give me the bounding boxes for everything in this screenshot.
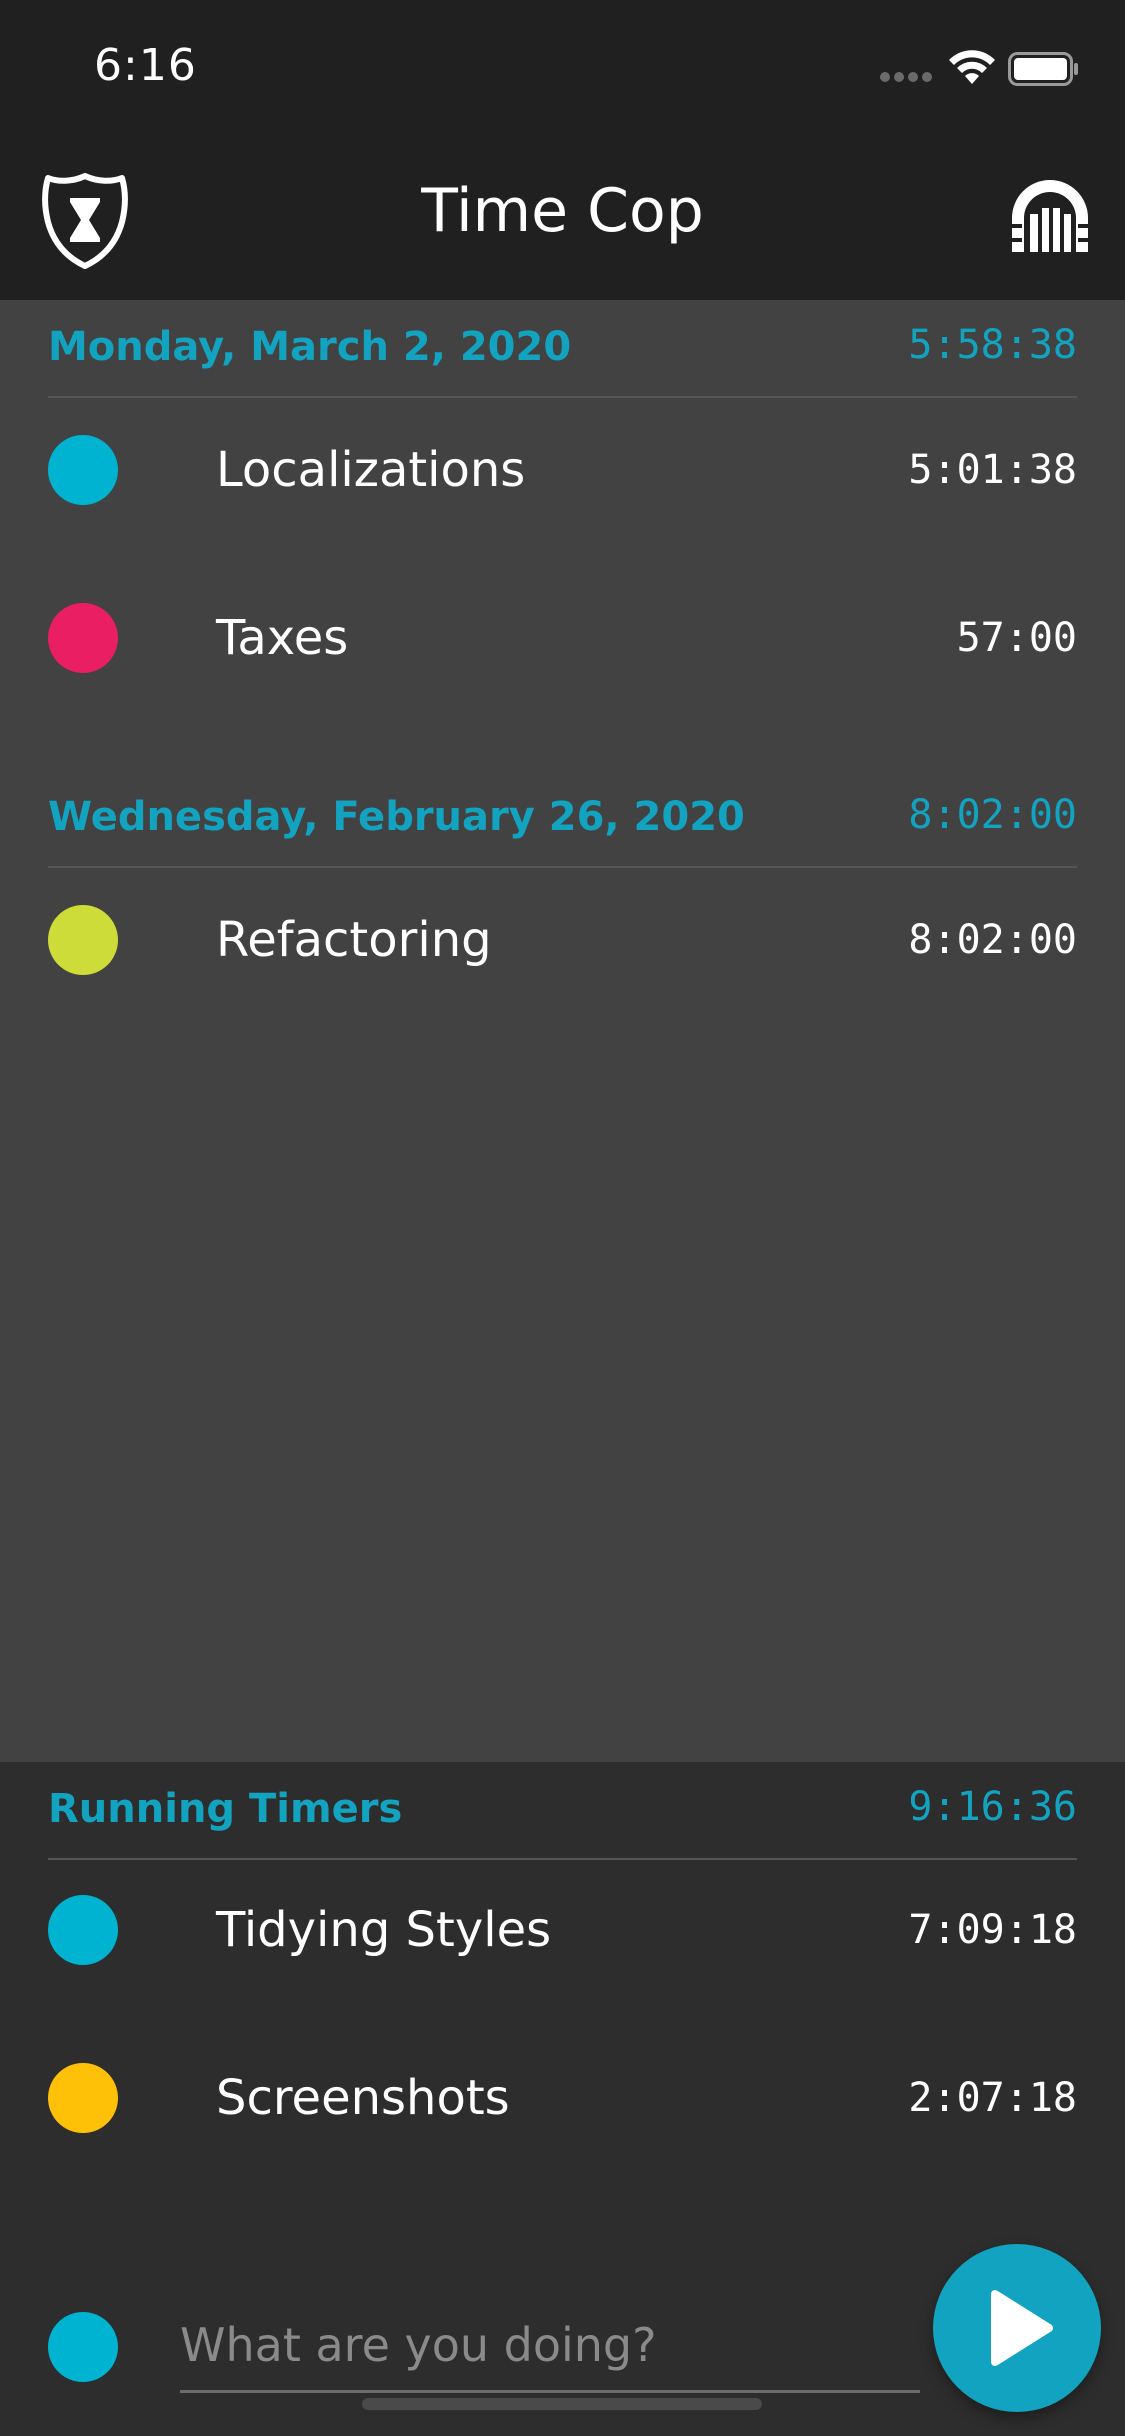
time-entry[interactable]: Refactoring 8:02:00	[0, 856, 1125, 1024]
status-bar: 6:16	[0, 0, 1125, 140]
project-color-dot	[48, 1895, 118, 1965]
day-date: Wednesday, February 26, 2020	[48, 794, 745, 840]
app-title: Time Cop	[421, 176, 704, 246]
project-select-dot[interactable]	[48, 2312, 118, 2382]
day-date: Monday, March 2, 2020	[48, 324, 572, 370]
project-color-dot	[48, 603, 118, 673]
timer-project: Screenshots	[216, 2070, 510, 2126]
project-color-dot	[48, 905, 118, 975]
time-entry[interactable]: Localizations 5:01:38	[0, 386, 1125, 554]
running-timer[interactable]: Screenshots 2:07:18	[0, 2014, 1125, 2182]
entry-project: Taxes	[216, 610, 349, 666]
export-archive-icon[interactable]	[1010, 178, 1090, 254]
running-timers-panel: Running Timers 9:16:36 Tidying Styles 7:…	[0, 1762, 1125, 2436]
timer-duration: 7:09:18	[908, 1907, 1077, 1953]
project-color-dot	[48, 2063, 118, 2133]
running-total: 9:16:36	[908, 1784, 1077, 1830]
timer-duration: 2:07:18	[908, 2075, 1077, 2121]
day-header: Monday, March 2, 2020 5:58:38	[48, 300, 1077, 398]
start-timer-button[interactable]	[933, 2244, 1101, 2412]
cellular-signal-icon	[880, 72, 932, 82]
entry-duration: 8:02:00	[908, 917, 1077, 963]
battery-icon	[1008, 52, 1078, 86]
wifi-icon	[949, 50, 995, 84]
entry-duration: 57:00	[956, 615, 1077, 661]
app-bar: Time Cop	[0, 140, 1125, 300]
day-header: Wednesday, February 26, 2020 8:02:00	[48, 770, 1077, 868]
running-title: Running Timers	[48, 1786, 403, 1832]
timer-project: Tidying Styles	[216, 1902, 552, 1958]
time-entry[interactable]: Taxes 57:00	[0, 554, 1125, 722]
day-total: 5:58:38	[908, 322, 1077, 368]
description-input[interactable]	[180, 2300, 920, 2393]
entry-project: Localizations	[216, 442, 526, 498]
project-color-dot	[48, 435, 118, 505]
entry-duration: 5:01:38	[908, 447, 1077, 493]
day-total: 8:02:00	[908, 792, 1077, 838]
entry-project: Refactoring	[216, 912, 492, 968]
play-icon	[991, 2290, 1053, 2366]
home-indicator	[362, 2398, 762, 2410]
running-timer[interactable]: Tidying Styles 7:09:18	[0, 1846, 1125, 2014]
history-list[interactable]: Monday, March 2, 2020 5:58:38 Localizati…	[0, 300, 1125, 1762]
status-time: 6:16	[94, 40, 197, 91]
